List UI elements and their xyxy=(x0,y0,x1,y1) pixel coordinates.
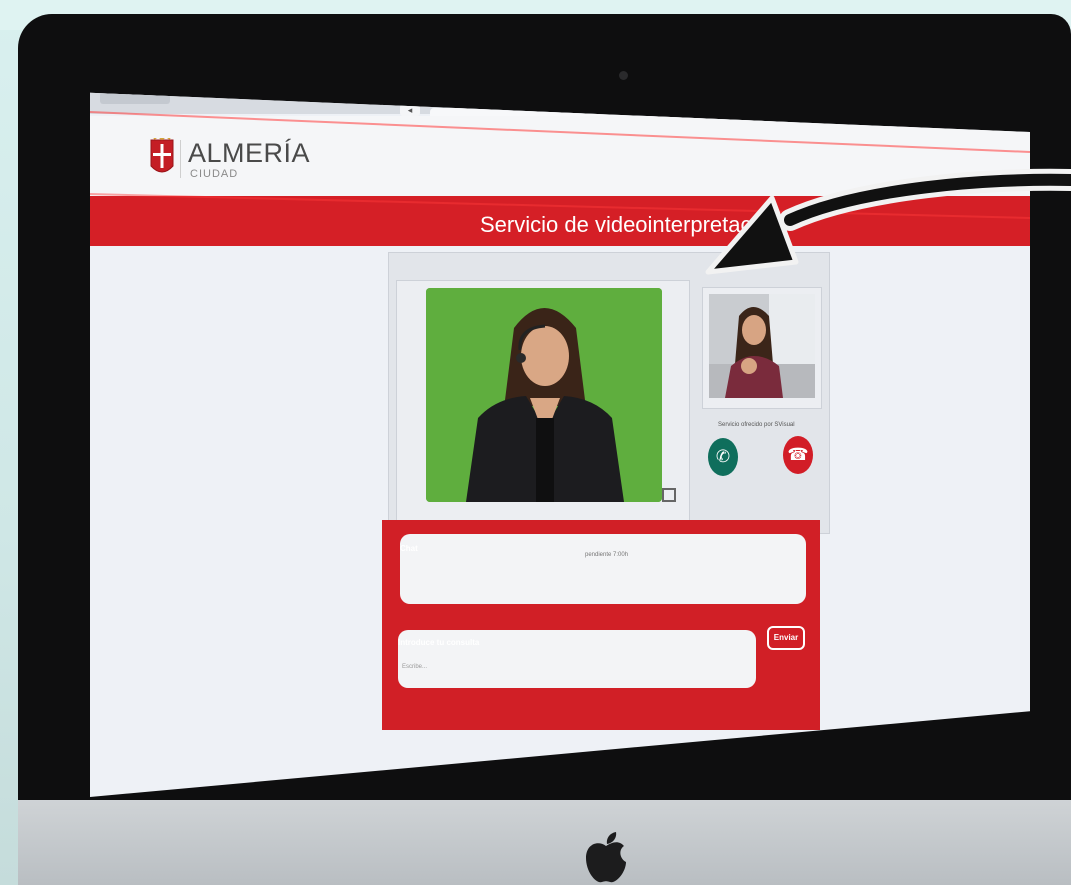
send-button[interactable]: Enviar xyxy=(767,626,805,650)
chat-log xyxy=(400,534,806,604)
service-note: Servicio ofrecido por SVisual xyxy=(718,422,795,428)
call-button[interactable]: ✆ xyxy=(708,438,738,476)
remote-video xyxy=(426,288,662,502)
crest-icon xyxy=(150,138,174,173)
chat-label: Chat xyxy=(400,544,418,553)
site-logo[interactable]: ALMERÍA CIUDAD xyxy=(150,138,320,188)
hangup-button[interactable]: ☎ xyxy=(783,436,813,474)
phone-icon: ✆ xyxy=(715,447,731,466)
apple-logo-icon xyxy=(586,832,626,883)
phone-hangup-icon: ☎ xyxy=(787,445,809,464)
brand-subtitle: CIUDAD xyxy=(190,168,239,180)
brand-name: ALMERÍA xyxy=(188,138,311,168)
webcam xyxy=(619,71,628,80)
query-placeholder: Escribe... xyxy=(402,664,428,670)
fullscreen-icon[interactable] xyxy=(662,488,676,502)
chat-message: pendiente 7:00h xyxy=(585,552,629,558)
pointer-arrow xyxy=(705,168,1071,275)
caller-figure xyxy=(709,294,815,398)
query-label: Introduce tu consulta xyxy=(398,638,480,647)
monitor-chin xyxy=(18,800,1071,885)
logo-divider xyxy=(180,140,181,178)
local-video xyxy=(709,294,815,398)
interpreter-figure xyxy=(426,288,662,502)
